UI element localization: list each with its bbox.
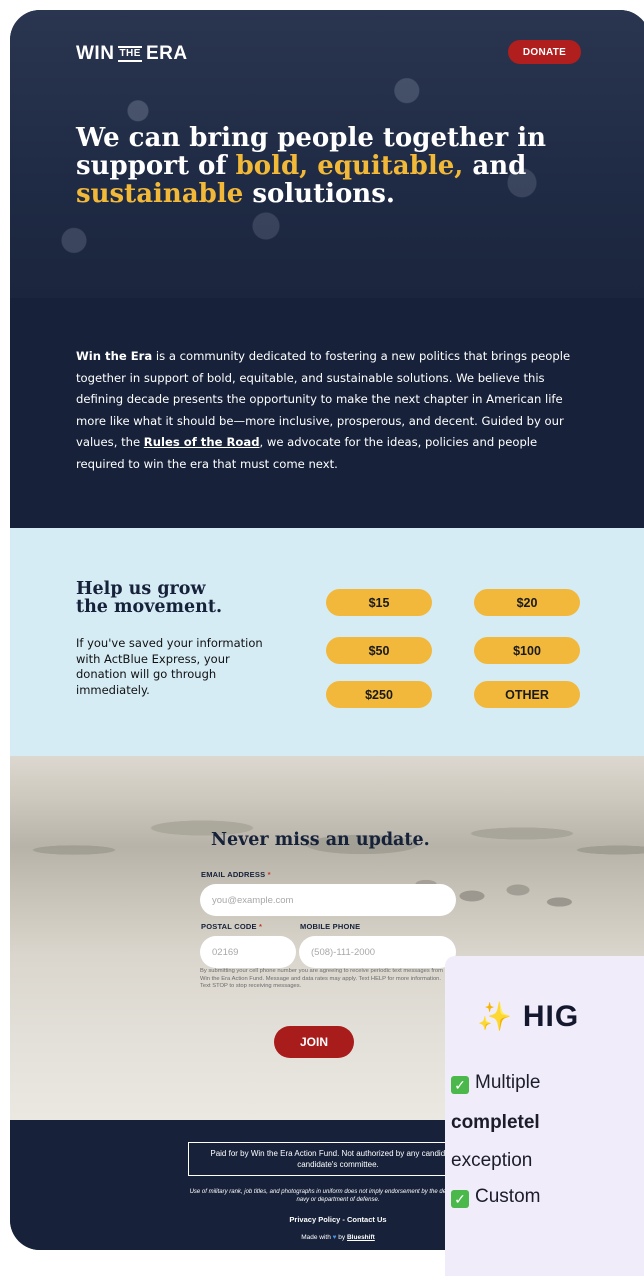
rules-of-the-road-link[interactable]: Rules of the Road [144,435,260,449]
blueshift-link[interactable]: Blueshift [347,1234,375,1241]
hero-headline: We can bring people together in support … [76,124,596,208]
by-text: by [336,1234,347,1241]
checkbox-icon: ✓ [451,1190,469,1208]
amount-button-other[interactable]: OTHER [474,681,580,708]
hero-line-2a: support of [76,151,236,181]
overlay-line-3: exception [451,1150,533,1171]
overlay-line-2: completel [451,1112,540,1133]
join-button[interactable]: JOIN [274,1026,354,1058]
sms-disclaimer: By submitting your cell phone number you… [200,968,443,989]
amount-button-20[interactable]: $20 [474,589,580,616]
contact-us-link[interactable]: Contact Us [347,1215,387,1224]
made-with-credit: Made with ♥ by Blueshift [188,1234,488,1241]
amount-button-100[interactable]: $100 [474,637,580,664]
site-logo[interactable]: WIN THE ERA [76,43,188,65]
hero-highlight-2: sustainable [76,179,244,209]
feature-overlay-card: ✨ HIG ✓ Multiple completel exception ✓ Cust… [445,956,644,1276]
overlay-line-1: ✓ Multiple [451,1072,540,1094]
amount-button-50[interactable]: $50 [326,637,432,664]
made-with-text: Made with [301,1234,331,1241]
privacy-policy-link[interactable]: Privacy Policy [289,1215,340,1224]
postal-required-mark: * [258,922,263,931]
overlay-line-4: ✓ Custom [451,1186,540,1208]
amount-button-15[interactable]: $15 [326,589,432,616]
mobile-phone-input[interactable] [299,936,456,968]
overlay-line-1-text: Multiple [475,1072,541,1093]
signup-title: Never miss an update. [211,830,430,850]
amount-button-250[interactable]: $250 [326,681,432,708]
overlay-title: ✨ HIG [477,1000,579,1034]
overlay-line-4-text: Custom [475,1186,541,1207]
hero-line-3b: solutions. [243,179,395,209]
military-disclaimer: Use of military rank, job titles, and ph… [189,1189,487,1203]
paid-for-disclaimer: Paid for by Win the Era Action Fund. Not… [188,1142,488,1176]
email-required-mark: * [267,870,271,879]
hero-line-1: We can bring people together in [76,123,546,153]
email-label: EMAIL ADDRESS * [201,870,271,879]
logo-the: THE [118,46,142,62]
checkbox-icon: ✓ [451,1076,469,1094]
donation-title-line-1: Help us grow [76,579,206,599]
footer-link-separator: - [340,1215,347,1224]
intro-section: Win the Era is a community dedicated to … [10,298,644,528]
postal-label-text: POSTAL CODE [201,922,257,931]
donation-description: If you've saved your information with Ac… [76,636,263,697]
postal-code-label: POSTAL CODE * [201,922,262,931]
hero-line-2c: and [463,151,527,181]
overlay-title-text: HIG [522,1000,580,1033]
logo-era: ERA [145,43,188,64]
hero-section: WIN THE ERA DONATE We can bring people t… [10,10,644,298]
donate-button[interactable]: DONATE [508,40,581,64]
donation-section: Help us grow the movement. If you've sav… [10,528,644,756]
intro-brand: Win the Era [76,349,153,363]
logo-win: WIN [76,43,115,64]
intro-text-1: is a community dedicated to fostering a … [76,349,571,449]
intro-paragraph: Win the Era is a community dedicated to … [76,346,586,475]
email-input[interactable] [200,884,456,916]
hero-highlight-1: bold, equitable, [235,151,464,181]
sparkles-icon: ✨ [477,1001,513,1032]
donation-title-line-2: the movement. [76,597,223,617]
footer-links: Privacy Policy - Contact Us [188,1215,488,1224]
donation-title: Help us grow the movement. [76,580,276,616]
postal-code-input[interactable] [200,936,296,968]
mobile-phone-label: MOBILE PHONE [300,922,361,931]
email-label-text: EMAIL ADDRESS [201,870,266,879]
